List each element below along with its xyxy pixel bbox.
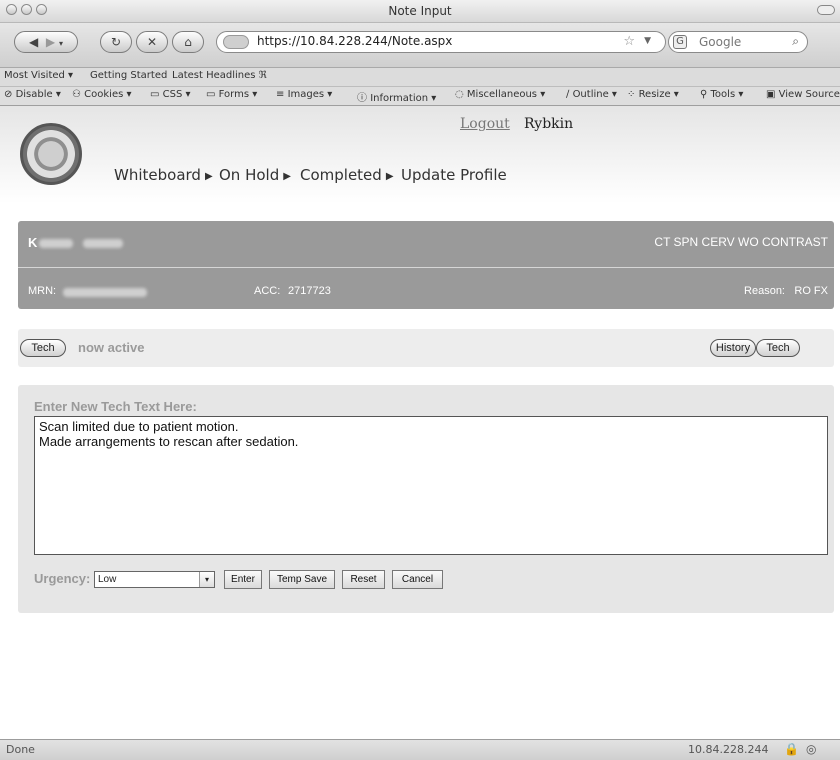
addon-icon[interactable]: ◎: [806, 742, 816, 756]
stop-button[interactable]: ✕: [136, 31, 168, 53]
reset-button[interactable]: Reset: [342, 570, 385, 589]
url-dropdown-icon[interactable]: ▼: [644, 36, 651, 46]
status-text: Done: [6, 743, 35, 756]
devbar-outline[interactable]: ∕ Outline ▾: [566, 89, 617, 100]
search-icon[interactable]: ⌕: [792, 34, 799, 49]
tech-button-right[interactable]: Tech: [756, 339, 800, 357]
reason-value: RO FX: [794, 285, 828, 297]
devbar-forms[interactable]: ▭ Forms ▾: [206, 89, 257, 100]
navigation-toolbar: ◀ ▶ ▾ ↻ ✕ ⌂ https://10.84.228.244/Note.a…: [0, 23, 840, 68]
window-title: Note Input: [388, 4, 452, 18]
devbar-view-source[interactable]: ▣ View Source: [766, 89, 840, 100]
chevron-down-icon[interactable]: ▾: [199, 572, 214, 587]
forward-icon[interactable]: ▶: [46, 35, 55, 49]
nav-whiteboard[interactable]: Whiteboard ▶: [114, 166, 213, 184]
lock-icon[interactable]: 🔒: [784, 742, 799, 756]
note-panel: Enter New Tech Text Here: Urgency: Low ▾…: [18, 385, 834, 613]
cancel-button[interactable]: Cancel: [392, 570, 443, 589]
arrow-right-icon: ▶: [385, 171, 394, 182]
home-button[interactable]: ⌂: [172, 31, 204, 53]
reason-label: Reason:: [744, 285, 785, 297]
arrow-right-icon: ▶: [204, 171, 213, 182]
arrow-right-icon: ▶: [283, 171, 291, 182]
acc-label: ACC:: [254, 285, 281, 297]
active-status-text: now active: [78, 340, 145, 355]
devbar-css[interactable]: ▭ CSS ▾: [150, 89, 191, 100]
devbar-cookies[interactable]: ⚇ Cookies ▾: [72, 89, 132, 100]
status-strip: Tech now active History Tech: [18, 329, 834, 367]
browser-status-bar: Done 10.84.228.244 🔒 ◎: [0, 739, 840, 760]
nav-update-profile[interactable]: Update Profile: [401, 166, 507, 184]
web-developer-toolbar: ⊘ Disable ▾ ⚇ Cookies ▾ ▭ CSS ▾ ▭ Forms …: [0, 87, 840, 106]
temp-save-button[interactable]: Temp Save: [269, 570, 335, 589]
devbar-images[interactable]: ≡ Images ▾: [276, 89, 332, 100]
stop-icon: ✕: [146, 35, 158, 49]
url-text[interactable]: https://10.84.228.244/Note.aspx: [257, 34, 452, 48]
home-icon: ⌂: [184, 35, 192, 49]
city-seal-logo: [20, 123, 82, 185]
exam-description: CT SPN CERV WO CONTRAST: [654, 235, 828, 249]
history-button[interactable]: History: [710, 339, 756, 357]
devbar-resize[interactable]: ⁘ Resize ▾: [627, 89, 679, 100]
devbar-miscellaneous[interactable]: ◌ Miscellaneous ▾: [455, 89, 545, 100]
search-placeholder[interactable]: Google: [699, 35, 741, 49]
search-engine-icon[interactable]: G: [673, 35, 687, 49]
acc-value: 2717723: [288, 285, 331, 297]
bookmark-getting-started[interactable]: Getting Started: [90, 70, 167, 81]
page-header: Logout Rybkin Whiteboard ▶ On Hold ▶ Compl…: [0, 106, 840, 204]
redacted-name: [39, 239, 74, 249]
bookmark-most-visited[interactable]: Most Visited ▾: [4, 70, 73, 81]
urgency-select[interactable]: Low ▾: [94, 571, 215, 588]
urgency-label: Urgency:: [34, 571, 91, 586]
bookmarks-bar: Most Visited ▾ Getting Started Latest He…: [0, 68, 840, 87]
note-label: Enter New Tech Text Here:: [34, 399, 197, 414]
history-dropdown-icon[interactable]: ▾: [59, 39, 63, 48]
redacted-id: [83, 239, 124, 249]
address-bar[interactable]: https://10.84.228.244/Note.aspx ☆ ▼: [216, 31, 666, 53]
devbar-information[interactable]: ⓘ Information ▾: [357, 89, 436, 104]
mrn-label: MRN:: [28, 285, 57, 297]
reload-icon: ↻: [110, 35, 122, 49]
user-name: Rybkin: [524, 116, 574, 132]
logout-link[interactable]: Logout: [460, 116, 510, 132]
window-titlebar: Note Input: [0, 0, 840, 23]
patient-name: K: [28, 235, 124, 250]
nav-completed[interactable]: Completed ▶: [300, 166, 394, 184]
tech-button[interactable]: Tech: [20, 339, 66, 357]
search-bar[interactable]: G Google ⌕: [668, 31, 808, 53]
devbar-tools[interactable]: ⚲ Tools ▾: [700, 89, 743, 100]
nav-on-hold[interactable]: On Hold ▶: [219, 166, 291, 184]
devbar-disable[interactable]: ⊘ Disable ▾: [4, 89, 61, 100]
reload-button[interactable]: ↻: [100, 31, 132, 53]
tech-note-textarea[interactable]: [34, 416, 828, 555]
banner-divider: [18, 267, 834, 268]
mrn-value: [63, 284, 147, 302]
bookmark-latest-headlines[interactable]: Latest Headlines ℜ: [172, 70, 267, 81]
toolbar-toggle-icon[interactable]: [817, 5, 835, 15]
patient-banner: K CT SPN CERV WO CONTRAST MRN: ACC: 2717…: [18, 221, 834, 309]
bookmark-star-icon[interactable]: ☆: [623, 34, 635, 49]
back-icon[interactable]: ◀: [29, 35, 38, 49]
back-forward-buttons[interactable]: ◀ ▶ ▾: [14, 31, 78, 53]
urgency-value: Low: [98, 574, 117, 585]
status-host: 10.84.228.244: [688, 743, 769, 756]
enter-button[interactable]: Enter: [224, 570, 262, 589]
site-identity-icon[interactable]: [223, 35, 249, 49]
